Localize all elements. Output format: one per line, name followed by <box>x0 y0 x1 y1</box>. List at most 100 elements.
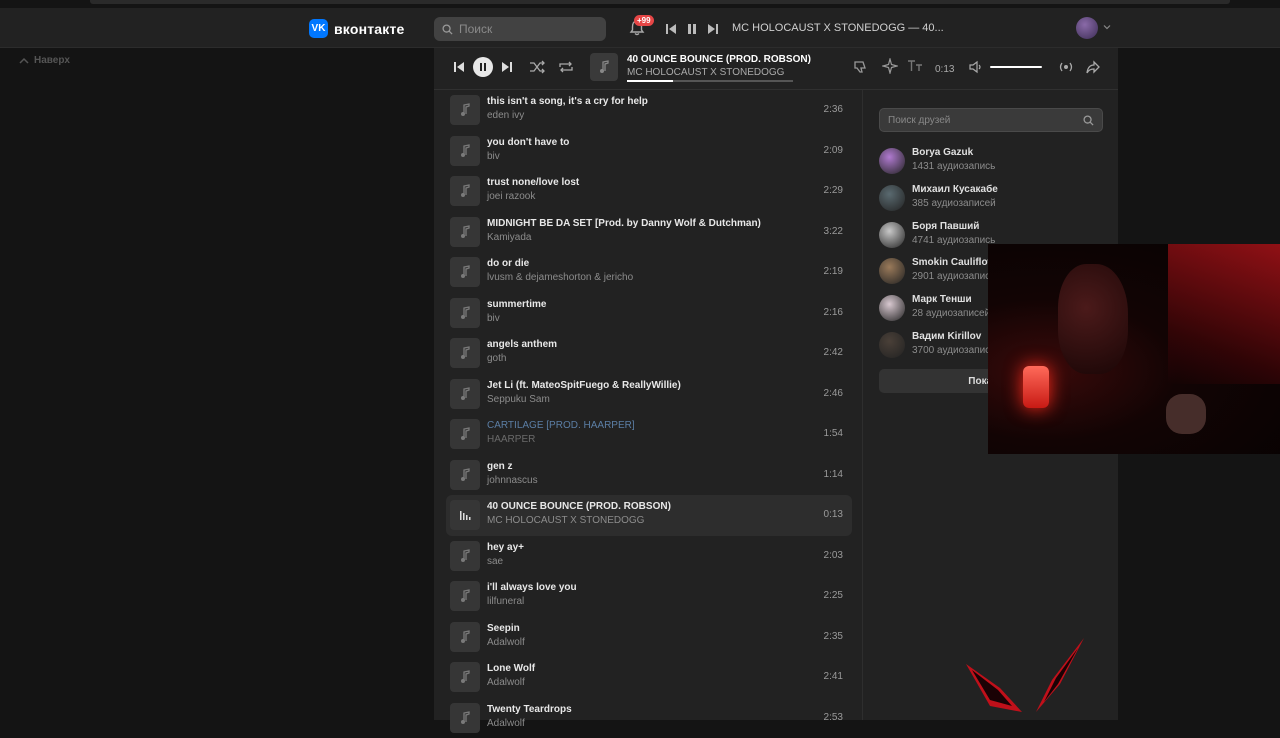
track-artist[interactable]: joei razook <box>487 191 535 202</box>
friend-avatar[interactable] <box>879 185 905 211</box>
track-title[interactable]: trust none/love lost <box>487 177 579 188</box>
track-title[interactable]: MIDNIGHT BE DA SET [Prod. by Danny Wolf … <box>487 218 761 229</box>
progress-bar[interactable] <box>627 80 793 82</box>
music-note-icon[interactable] <box>450 257 480 287</box>
track-row[interactable]: this isn't a song, it's a cry for help ed… <box>446 90 852 131</box>
music-note-icon[interactable] <box>450 95 480 125</box>
friend-avatar[interactable] <box>879 222 905 248</box>
search-input[interactable] <box>459 22 589 36</box>
music-note-icon[interactable] <box>450 136 480 166</box>
scroll-top-button[interactable]: Наверх <box>19 55 70 66</box>
track-artist[interactable]: MC HOLOCAUST X STONEDOGG <box>487 515 644 526</box>
track-title[interactable]: CARTILAGE [PROD. HAARPER] <box>487 420 635 431</box>
track-artist[interactable]: biv <box>487 313 500 324</box>
track-artist[interactable]: sae <box>487 556 503 567</box>
track-artist[interactable]: Adalwolf <box>487 637 525 648</box>
track-row[interactable]: hey ay+sae2:03 <box>446 536 852 577</box>
now-playing-cover[interactable] <box>590 53 618 81</box>
music-note-icon[interactable] <box>450 176 480 206</box>
search-box[interactable] <box>434 17 606 41</box>
track-row[interactable]: SeepinAdalwolf2:35 <box>446 617 852 658</box>
track-artist[interactable]: Adalwolf <box>487 718 525 729</box>
track-artist[interactable]: Seppuku Sam <box>487 394 550 405</box>
lyrics-icon[interactable] <box>907 59 923 73</box>
friend-name[interactable]: Smokin Cauliflow <box>912 257 995 268</box>
friend-item[interactable]: Borya Gazuk1431 аудиозапись <box>879 146 1103 183</box>
track-title[interactable]: this isn't a song, it's a cry for help <box>487 96 648 107</box>
track-row[interactable]: Lone WolfAdalwolf2:41 <box>446 657 852 698</box>
track-title[interactable]: 40 OUNCE BOUNCE (PROD. ROBSON) <box>487 501 671 512</box>
track-title[interactable]: angels anthem <box>487 339 557 350</box>
track-row[interactable]: Jet Li (ft. MateoSpitFuego & ReallyWilli… <box>446 374 852 415</box>
track-title[interactable]: gen z <box>487 461 513 472</box>
shuffle-button[interactable] <box>528 59 546 75</box>
music-note-icon[interactable] <box>450 338 480 368</box>
header-now-playing[interactable]: MC HOLOCAUST X STONEDOGG — 40... <box>732 22 944 34</box>
track-title[interactable]: summertime <box>487 299 546 310</box>
music-note-icon[interactable] <box>450 419 480 449</box>
friend-avatar[interactable] <box>879 258 905 284</box>
prev-button[interactable] <box>452 60 466 74</box>
track-title[interactable]: hey ay+ <box>487 542 524 553</box>
friend-name[interactable]: Вадим Kirillov <box>912 331 981 342</box>
dislike-icon[interactable] <box>852 59 868 75</box>
track-artist[interactable]: Adalwolf <box>487 677 525 688</box>
track-artist[interactable]: johnnascus <box>487 475 538 486</box>
track-artist[interactable]: lilfuneral <box>487 596 524 607</box>
track-row[interactable]: do or die lvusm & dejameshorton & jericho… <box>446 252 852 293</box>
next-button[interactable] <box>500 60 514 74</box>
repeat-button[interactable] <box>557 59 575 75</box>
track-title[interactable]: Jet Li (ft. MateoSpitFuego & ReallyWilli… <box>487 380 681 391</box>
volume-slider[interactable] <box>990 66 1042 68</box>
friend-avatar[interactable] <box>879 148 905 174</box>
vk-logo[interactable]: VK вконтакте <box>309 19 405 38</box>
track-row[interactable]: MIDNIGHT BE DA SET [Prod. by Danny Wolf … <box>446 212 852 253</box>
track-row[interactable]: gen zjohnnascus1:14 <box>446 455 852 496</box>
friend-item[interactable]: Михаил Кусакабе385 аудиозаписей <box>879 183 1103 220</box>
track-row[interactable]: CARTILAGE [PROD. HAARPER]HAARPER1:54 <box>446 414 852 455</box>
track-artist[interactable]: Kamiyada <box>487 232 531 243</box>
user-avatar[interactable] <box>1076 17 1098 39</box>
share-icon[interactable] <box>1085 59 1101 75</box>
volume-icon[interactable] <box>969 60 983 74</box>
friend-avatar[interactable] <box>879 295 905 321</box>
track-row[interactable]: i'll always love youlilfuneral2:25 <box>446 576 852 617</box>
track-title[interactable]: Seepin <box>487 623 520 634</box>
music-note-icon[interactable] <box>450 217 480 247</box>
track-title[interactable]: do or die <box>487 258 529 269</box>
now-playing-artist[interactable]: MC HOLOCAUST X STONEDOGG <box>627 67 784 78</box>
broadcast-icon[interactable] <box>1057 59 1075 75</box>
track-row[interactable]: trust none/love lostjoei razook2:29 <box>446 171 852 212</box>
music-note-icon[interactable] <box>450 298 480 328</box>
pause-button[interactable] <box>473 57 493 77</box>
prev-track-icon[interactable] <box>664 22 678 36</box>
track-artist[interactable]: biv <box>487 151 500 162</box>
track-title[interactable]: Twenty Teardrops <box>487 704 572 715</box>
music-note-icon[interactable] <box>450 541 480 571</box>
friend-name[interactable]: Марк Тенши <box>912 294 972 305</box>
now-playing-title[interactable]: 40 OUNCE BOUNCE (PROD. ROBSON) <box>627 54 811 65</box>
track-row[interactable]: 40 OUNCE BOUNCE (PROD. ROBSON) MC HOLOCAU… <box>446 495 852 536</box>
track-row[interactable]: Twenty TeardropsAdalwolf2:53 <box>446 698 852 738</box>
track-row[interactable]: angels anthemgoth2:42 <box>446 333 852 374</box>
track-row[interactable]: you don't have tobiv2:09 <box>446 131 852 172</box>
friend-name[interactable]: Боря Павший <box>912 221 979 232</box>
friends-search-box[interactable] <box>879 108 1103 132</box>
track-row[interactable]: summertimebiv2:16 <box>446 293 852 334</box>
music-note-icon[interactable] <box>450 703 480 733</box>
track-title[interactable]: Lone Wolf <box>487 663 535 674</box>
track-artist[interactable]: eden ivy <box>487 110 524 121</box>
track-title[interactable]: you don't have to <box>487 137 569 148</box>
now-playing-bars-icon[interactable] <box>450 500 480 530</box>
track-artist[interactable]: HAARPER <box>487 434 535 445</box>
track-title[interactable]: i'll always love you <box>487 582 577 593</box>
music-note-icon[interactable] <box>450 379 480 409</box>
music-note-icon[interactable] <box>450 460 480 490</box>
music-note-icon[interactable] <box>450 622 480 652</box>
chevron-down-icon[interactable] <box>1103 23 1111 31</box>
pause-icon[interactable] <box>685 22 699 36</box>
friend-name[interactable]: Borya Gazuk <box>912 147 973 158</box>
friend-avatar[interactable] <box>879 332 905 358</box>
music-note-icon[interactable] <box>450 662 480 692</box>
track-artist[interactable]: lvusm & dejameshorton & jericho <box>487 272 633 283</box>
